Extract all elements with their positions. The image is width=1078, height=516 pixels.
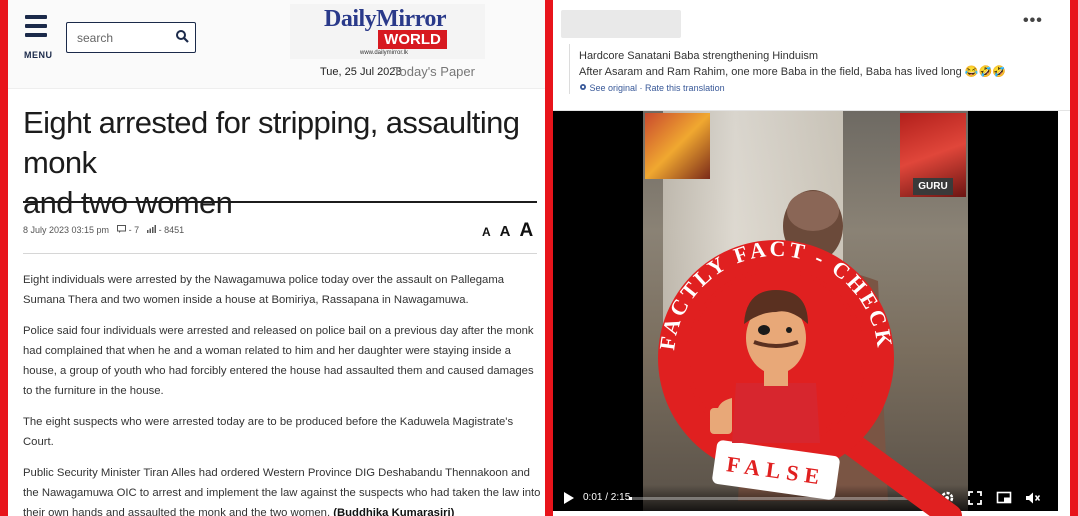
views-count: - 8451 [147,225,184,235]
picture-in-picture-icon[interactable] [996,490,1012,506]
thumbs-down-hand [710,408,732,434]
views-value: 8451 [164,225,185,235]
hamburger-icon [25,15,47,19]
more-options-icon[interactable]: ••• [1023,12,1043,30]
search-box[interactable] [66,22,196,53]
todays-paper-link[interactable]: Today's Paper [393,64,475,79]
mute-icon[interactable] [1025,490,1041,506]
headline-divider [23,201,537,203]
meta-divider [23,253,537,254]
font-large-button[interactable]: A [520,220,534,242]
thumbnail-left [645,113,710,179]
hamburger-icon-bar [25,33,47,37]
dailymirror-logo[interactable]: DailyMirror WORLD www.dailymirror.lk [290,4,485,59]
article-headline: Eight arrested for stripping, assaulting… [23,103,543,223]
search-icon[interactable] [175,29,189,43]
logo-text: DailyMirror [324,6,447,32]
font-size-controls: A A A [482,220,533,242]
blurred-account-name [561,10,681,38]
logo-url: www.dailymirror.lk [360,50,409,56]
font-small-button[interactable]: A [482,225,491,239]
news-article-panel: MENU DailyMirror WORLD www.dailymirror.l… [8,0,545,516]
left-red-border [0,0,8,516]
paragraph: Police said four individuals were arrest… [23,325,534,397]
site-header: MENU DailyMirror WORLD www.dailymirror.l… [8,0,545,89]
signal-bars-icon [147,225,157,233]
font-medium-button[interactable]: A [500,223,511,240]
menu-label: MENU [24,50,53,60]
eyepatch [758,325,770,335]
fact-check-stamp: FACTLY FACT - CHECK FALSE [654,236,962,516]
right-red-border [1070,0,1078,516]
video-progress-fill [629,497,633,500]
caption-line-1: Hardcore Sanatani Baba strengthening Hin… [579,50,819,62]
play-icon[interactable] [563,492,575,504]
byline: (Buddhika Kumarasiri) [333,507,455,516]
article-meta: 8 July 2023 03:15 pm - 7 - 8451 [23,225,184,235]
comment-icon [117,225,127,233]
post-caption: Hardcore Sanatani Baba strengthening Hin… [579,48,1049,80]
article-body: Eight individuals were arrested by the N… [23,270,541,516]
headline-line-1: Eight arrested for stripping, assaulting… [23,105,520,180]
translation-links[interactable]: See original · Rate this translation [579,83,725,93]
video-time: 0:01 / 2:15 [583,492,631,503]
see-original-link[interactable]: See original · Rate this translation [590,83,725,93]
center-red-divider [545,0,553,516]
paragraph-text: Public Security Minister Tiran Alles had… [23,467,541,516]
gear-icon [580,84,586,90]
guru-label: GURU [913,178,953,195]
search-input[interactable] [75,28,174,48]
comments-count[interactable]: - 7 [117,225,139,235]
current-date: Tue, 25 Jul 2023 [320,66,402,78]
comments-value: 7 [134,225,140,235]
hamburger-icon-bar [25,24,47,28]
paragraph: Eight individuals were arrested by the N… [23,274,505,306]
post-header: ••• Hardcore Sanatani Baba strengthening… [553,0,1070,111]
paragraph: The eight suspects who were arrested tod… [23,416,514,448]
publish-date: 8 July 2023 03:15 pm [23,225,110,235]
logo-world-badge: WORLD [378,30,447,49]
caption-line-2: After Asaram and Ram Rahim, one more Bab… [579,66,1006,78]
paragraph: Public Security Minister Tiran Alles had… [23,463,541,516]
quote-line [569,44,570,94]
